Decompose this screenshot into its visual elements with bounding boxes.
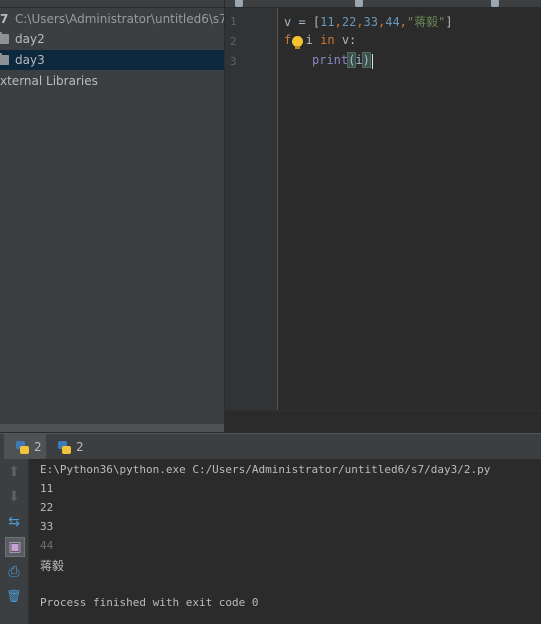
code-token: ,: [399, 15, 407, 29]
line-number: 3: [230, 55, 237, 68]
console-output-line: 22: [40, 501, 54, 514]
code-token: "蒋毅": [406, 15, 446, 29]
run-console[interactable]: E:\Python36\python.exe C:/Users/Administ…: [29, 459, 541, 624]
folder-icon: [0, 53, 9, 65]
code-token: ,: [334, 15, 342, 29]
run-tabs-bar: 2 2: [0, 433, 541, 460]
run-tab-2[interactable]: 2: [48, 434, 90, 460]
run-toolbar: ⬆ ⬇ ⇆ ▣ ⎙ 🗑: [0, 459, 29, 624]
project-root-row[interactable]: 7 C:\Users\Administrator\untitled6\s7: [0, 9, 224, 29]
project-root-prefix: 7: [0, 12, 9, 26]
code-token: i: [355, 53, 363, 67]
lightbulb-icon[interactable]: [292, 36, 303, 49]
project-panel-header: [0, 0, 224, 8]
folder-icon: [0, 32, 9, 44]
code-line-3: print(i): [312, 52, 371, 68]
print-icon[interactable]: ⎙: [5, 563, 23, 581]
project-panel: 7 C:\Users\Administrator\untitled6\s7 da…: [0, 0, 224, 432]
console-command: E:\Python36\python.exe C:/Users/Administ…: [40, 463, 491, 476]
code-token: ): [361, 52, 371, 68]
tree-item-label: day3: [15, 53, 45, 67]
python-icon: [16, 441, 29, 454]
scroll-to-end-icon[interactable]: ▣: [5, 537, 25, 557]
python-file-icon[interactable]: [235, 0, 243, 7]
code-editor[interactable]: v = [11,22,33,44,"蒋毅"] f i in v: print(i…: [278, 8, 541, 410]
run-tab-2[interactable]: 2: [4, 434, 46, 460]
scroll-down-icon[interactable]: ⬇: [5, 488, 23, 506]
project-root-path: C:\Users\Administrator\untitled6\s7: [15, 12, 224, 26]
console-output-line: 44: [40, 539, 54, 552]
code-token: 33: [363, 15, 378, 29]
python-file-icon[interactable]: [491, 0, 499, 7]
run-tab-label: 2: [76, 440, 84, 454]
tree-item-day3[interactable]: day3: [0, 50, 224, 70]
horizontal-scrollbar[interactable]: [0, 424, 224, 432]
text-caret: [372, 54, 373, 69]
console-output-line: 蒋毅: [40, 559, 65, 573]
tree-item-external-libraries[interactable]: xternal Libraries: [0, 71, 224, 91]
code-token: ,: [356, 15, 364, 29]
code-line-1: v = [11,22,33,44,"蒋毅"]: [284, 13, 453, 30]
code-token: 11: [320, 15, 335, 29]
tree-item-label: day2: [15, 32, 45, 46]
soft-wrap-icon[interactable]: ⇆: [5, 513, 23, 531]
editor-footer: [225, 410, 541, 435]
console-exit-message: Process finished with exit code 0: [40, 596, 259, 609]
console-output-line: 11: [40, 482, 54, 495]
trash-icon[interactable]: 🗑: [5, 587, 23, 605]
python-file-icon[interactable]: [355, 0, 363, 7]
line-number: 2: [230, 35, 237, 48]
console-output-line: 33: [40, 520, 54, 533]
code-token: =: [291, 15, 313, 29]
code-token: ]: [445, 15, 453, 29]
code-token: 22: [341, 15, 357, 29]
editor-tab-strip: [225, 0, 541, 7]
tree-item-day2[interactable]: day2: [0, 29, 224, 49]
editor-gutter: 1 2 3: [225, 8, 278, 410]
code-token: in: [320, 33, 335, 47]
python-icon: [58, 441, 71, 454]
run-tab-label: 2: [34, 440, 42, 454]
scroll-up-icon[interactable]: ⬆: [5, 463, 23, 481]
code-token: v:: [334, 33, 357, 47]
line-number: 1: [230, 15, 237, 28]
tree-item-label: xternal Libraries: [0, 74, 98, 88]
code-token: 44: [385, 15, 400, 29]
code-token: print: [312, 53, 349, 67]
